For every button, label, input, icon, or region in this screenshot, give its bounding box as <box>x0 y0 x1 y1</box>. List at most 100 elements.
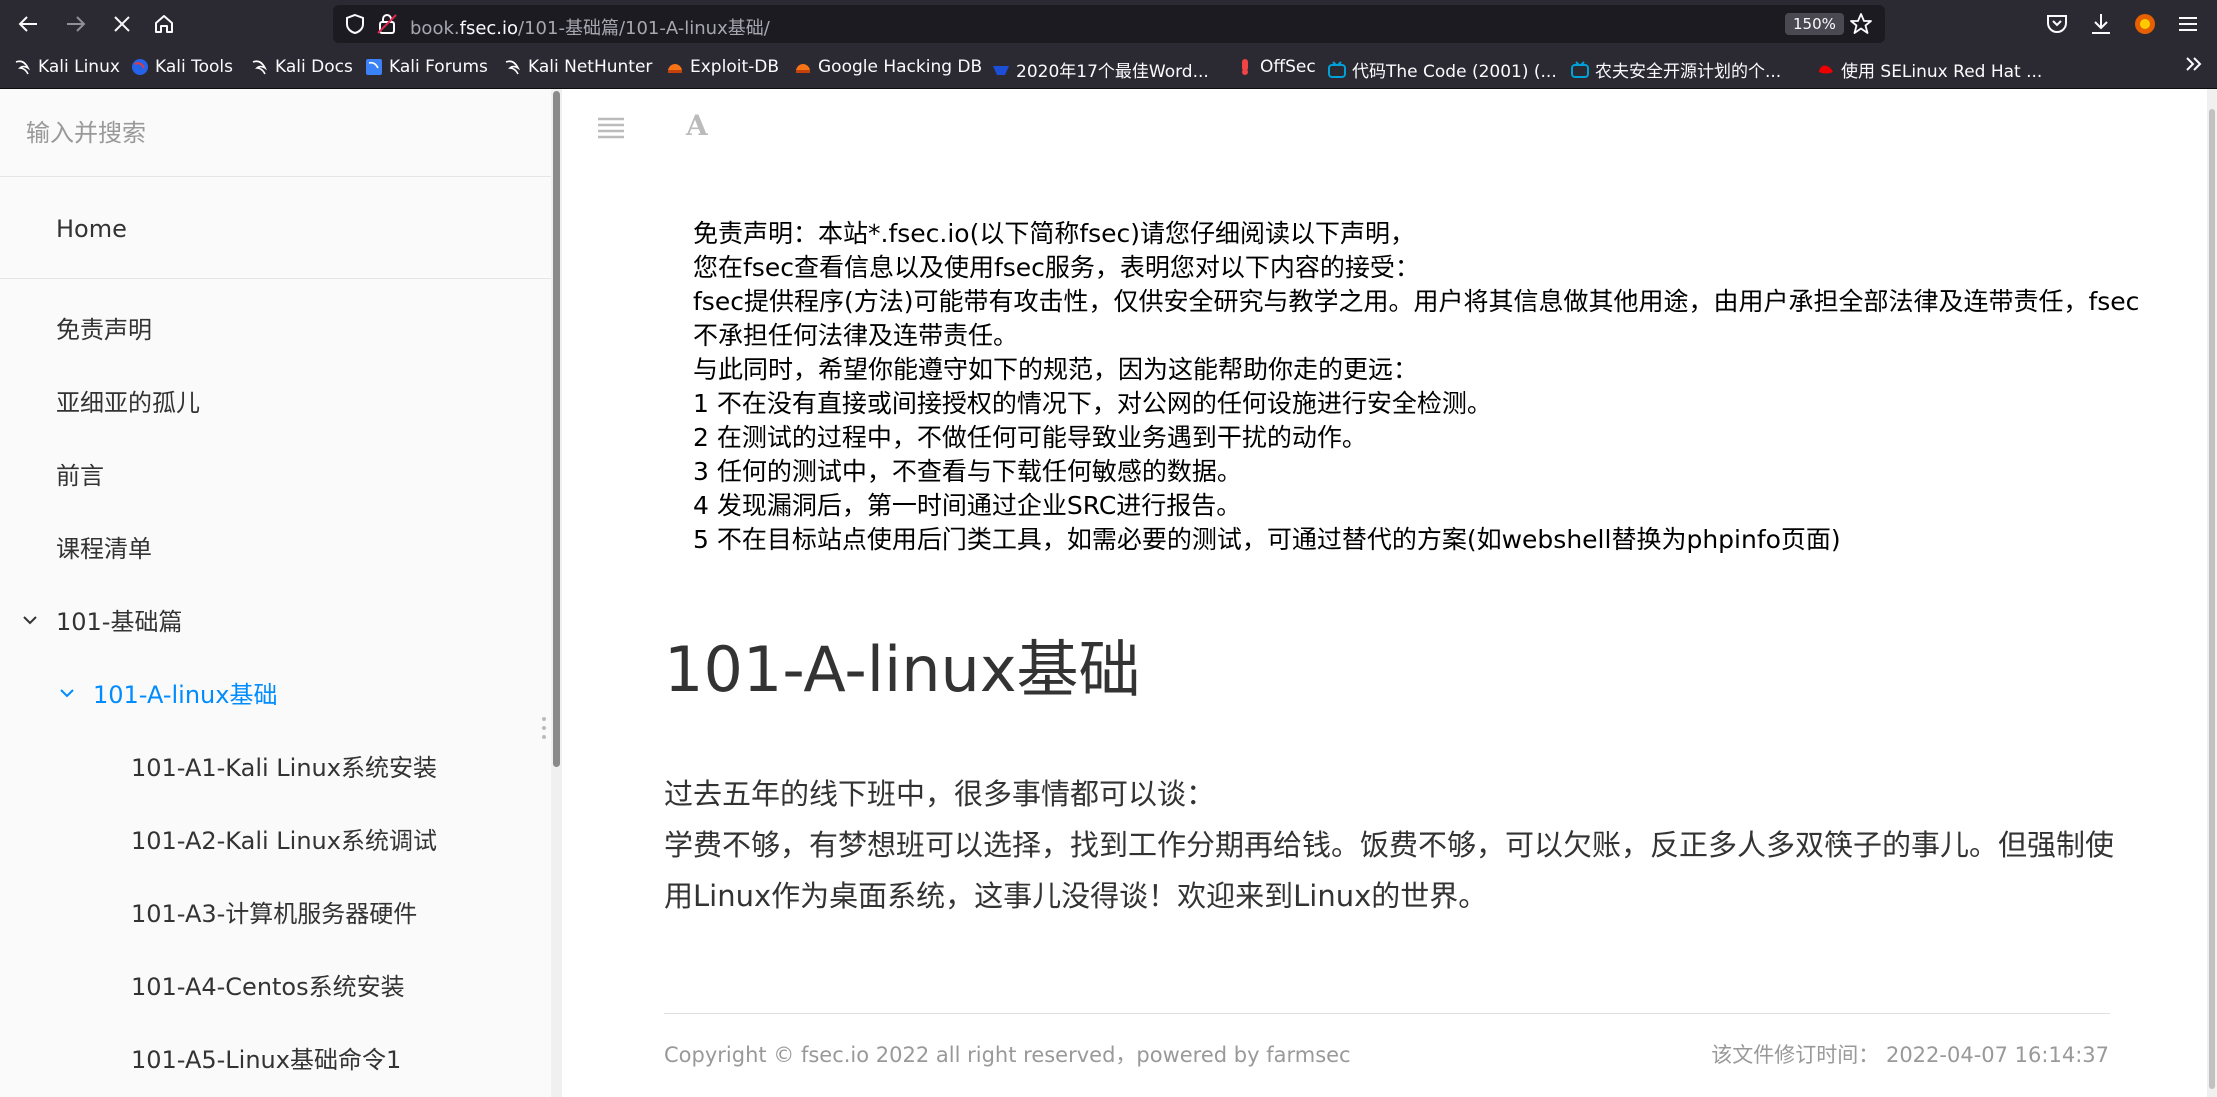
paragraph-line: 过去五年的线下班中，很多事情都可以谈： <box>664 777 1216 811</box>
forward-arrow-icon <box>67 16 86 32</box>
sidebar-item-101-a1[interactable]: 101-A1-Kali Linux系统安装 <box>0 732 551 804</box>
intro-paragraph: 过去五年的线下班中，很多事情都可以谈： 学费不够，有梦想班可以选择，找到工作分期… <box>664 769 2114 922</box>
bookmark-item[interactable]: Kali Docs <box>251 57 353 77</box>
bookmark-item[interactable]: Exploit-DB <box>666 57 779 77</box>
sidebar-item-course-list[interactable]: 课程清单 <box>0 513 551 585</box>
url-host: fsec.io <box>459 18 519 39</box>
disclaimer-block: 免责声明：本站*.fsec.io(以下简称fsec)请您仔细阅读以下声明， 您在… <box>693 217 2153 557</box>
disclaimer-line: 与此同时，希望你能遵守如下的规范，因为这能帮助你走的更远： <box>693 355 1419 384</box>
bookmark-item[interactable]: 使用 SELinux Red Hat ... <box>1817 57 2042 82</box>
kali-dragon-icon <box>504 58 522 76</box>
stop-button[interactable] <box>104 6 140 42</box>
disclaimer-line: 4 发现漏洞后，第一时间通过企业SRC进行报告。 <box>693 491 1242 520</box>
sidebar-item-label: 101-基础篇 <box>56 608 183 636</box>
bookmark-label: Kali Linux <box>38 57 120 77</box>
pocket-icon[interactable] <box>2043 10 2071 38</box>
disclaimer-line: 5 不在目标站点使用后门类工具，如需必要的测试，可通过替代的方案(如webshe… <box>693 525 1841 554</box>
disclaimer-line: 您在fsec查看信息以及使用fsec服务，表明您对以下内容的接受： <box>693 253 1420 282</box>
disclaimer-line: fsec提供程序(方法)可能带有攻击性，仅供安全研究与教学之用。用户将其信息做其… <box>693 287 2140 350</box>
sidebar-scrollbar[interactable] <box>551 89 562 1097</box>
forward-button[interactable] <box>58 6 94 42</box>
bookmark-item[interactable]: Kali Linux <box>14 57 120 77</box>
sidebar-item-101-a5[interactable]: 101-A5-Linux基础命令1 <box>0 1024 551 1096</box>
bookmark-label: 2020年17个最佳Word... <box>1016 62 1209 82</box>
bookmark-label: 农夫安全开源计划的个... <box>1595 62 1782 82</box>
footer-divider <box>664 1013 2110 1014</box>
main-scrollbar[interactable] <box>2207 89 2217 1097</box>
bookmark-label: Exploit-DB <box>690 57 779 77</box>
exploit-db-icon <box>666 58 684 76</box>
disclaimer-line: 3 任何的测试中，不查看与下载任何敏感的数据。 <box>693 457 1242 486</box>
kali-forums-icon <box>365 58 383 76</box>
sidebar-item-101-a3[interactable]: 101-A3-计算机服务器硬件 <box>0 878 551 950</box>
sidebar-item-preface[interactable]: 前言 <box>0 440 551 512</box>
ghdb-icon <box>794 58 812 76</box>
close-icon <box>114 16 130 32</box>
bookmark-item[interactable]: Kali Tools <box>131 57 233 77</box>
scrollbar-thumb[interactable] <box>2209 109 2215 1089</box>
sidebar-item-101-basics[interactable]: 101-基础篇 <box>0 586 551 658</box>
scrollbar-thumb[interactable] <box>553 91 560 767</box>
back-button[interactable] <box>10 6 46 42</box>
home-button[interactable] <box>146 6 182 42</box>
bilibili-icon <box>1571 60 1589 79</box>
bookmark-label: 代码The Code (2001) (... <box>1352 62 1557 82</box>
page-title: 101-A-linux基础 <box>664 633 1141 706</box>
sidebar-item-label: 101-A-linux基础 <box>93 681 278 709</box>
sidebar-divider <box>0 278 551 279</box>
sidebar-item-101-a4[interactable]: 101-A4-Centos系统安装 <box>0 951 551 1023</box>
url-prefix: book. <box>410 18 460 39</box>
bookmark-item[interactable]: 代码The Code (2001) (... <box>1328 57 1557 82</box>
bookmark-label: Kali Tools <box>155 57 233 77</box>
sidebar-item-orphan-of-asia[interactable]: 亚细亚的孤儿 <box>0 367 551 439</box>
home-icon <box>155 15 173 33</box>
url-bar[interactable]: book.fsec.io/101-基础篇/101-A-linux基础/ 150% <box>333 5 1885 43</box>
bookmark-item[interactable]: Kali NetHunter <box>504 57 652 77</box>
disclaimer-line: 2 在测试的过程中，不做任何可能导致业务遇到干扰的动作。 <box>693 423 1367 452</box>
sidebar: Home 免责声明 亚细亚的孤儿 前言 课程清单 101-基础篇 101-A-l… <box>0 89 551 1097</box>
downloads-icon[interactable] <box>2087 10 2115 38</box>
sidebar-item-101-a-linux-basics[interactable]: 101-A-linux基础 <box>0 659 551 731</box>
bookmark-label: Kali Docs <box>275 57 353 77</box>
footer-revision-time: 该文件修订时间： 2022-04-07 16:14:37 <box>1711 1043 2109 1067</box>
zoom-level-button[interactable]: 150% <box>1785 13 1844 35</box>
bookmark-label: OffSec <box>1260 57 1316 77</box>
main-content: A 免责声明：本站*.fsec.io(以下简称fsec)请您仔细阅读以下声明， … <box>562 89 2207 1097</box>
sidebar-item-disclaimer[interactable]: 免责声明 <box>0 294 551 366</box>
sidebar-item-home[interactable]: Home <box>0 193 551 265</box>
chevron-down-icon[interactable] <box>57 683 77 703</box>
kali-tools-icon <box>131 58 149 76</box>
shield-icon[interactable] <box>343 12 367 36</box>
redhat-icon <box>1817 61 1835 79</box>
paragraph-line: 学费不够，有梦想班可以选择，找到工作分期再给钱。饭费不够，可以欠账，反正多人多双… <box>664 828 2115 913</box>
bookmark-item[interactable]: Google Hacking DB <box>794 57 982 77</box>
browser-toolbar: book.fsec.io/101-基础篇/101-A-linux基础/ 150% <box>0 0 2217 48</box>
chevron-down-icon[interactable] <box>20 610 40 630</box>
bookmark-item[interactable]: Kali Forums <box>365 57 488 77</box>
insecure-lock-icon[interactable] <box>375 12 399 36</box>
hamburger-menu-icon[interactable] <box>2174 10 2202 38</box>
offsec-icon <box>1236 58 1254 76</box>
bookmarks-overflow-button[interactable] <box>2184 54 2204 74</box>
blue-site-icon <box>992 61 1010 79</box>
bookmark-label: Kali Forums <box>389 57 488 77</box>
star-bookmark-icon[interactable] <box>1849 12 1873 36</box>
sidebar-resize-handle[interactable] <box>541 715 547 741</box>
disclaimer-line: 1 不在没有直接或间接授权的情况下，对公网的任何设施进行安全检测。 <box>693 389 1492 418</box>
bookmark-label: 使用 SELinux Red Hat ... <box>1841 62 2043 82</box>
kali-dragon-icon <box>251 58 269 76</box>
url-text[interactable]: book.fsec.io/101-基础篇/101-A-linux基础/ <box>410 14 770 40</box>
extension-icon[interactable] <box>2131 10 2159 38</box>
kali-dragon-icon <box>14 58 32 76</box>
bookmark-item[interactable]: OffSec <box>1236 57 1316 77</box>
double-chevron-right-icon <box>2186 57 2202 71</box>
toggle-sidebar-icon[interactable] <box>596 116 626 140</box>
bookmark-label: Kali NetHunter <box>528 57 653 77</box>
bookmark-item[interactable]: 农夫安全开源计划的个... <box>1571 57 1781 82</box>
disclaimer-line: 免责声明：本站*.fsec.io(以下简称fsec)请您仔细阅读以下声明， <box>693 219 1416 248</box>
font-settings-button[interactable]: A <box>686 109 708 142</box>
bookmark-label: Google Hacking DB <box>818 57 983 77</box>
search-input[interactable] <box>0 89 551 177</box>
sidebar-item-101-a2[interactable]: 101-A2-Kali Linux系统调试 <box>0 805 551 877</box>
bookmark-item[interactable]: 2020年17个最佳Word... <box>992 57 1209 82</box>
